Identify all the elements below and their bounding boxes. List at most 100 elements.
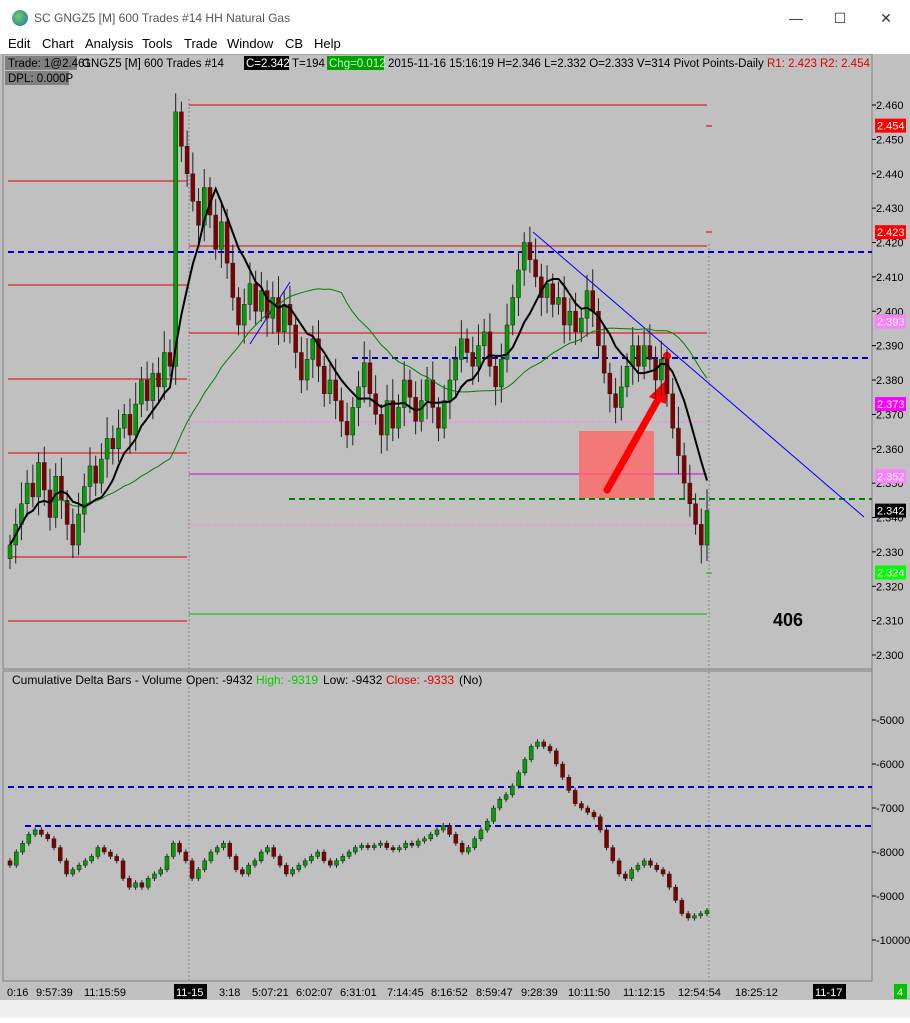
- candle-body: [333, 379, 338, 401]
- x-tick-label: 9:57:39: [36, 987, 73, 999]
- delta-bar: [101, 847, 107, 853]
- price-panel[interactable]: [2, 53, 873, 670]
- candle-body: [379, 414, 384, 436]
- delta-bar: [233, 856, 239, 870]
- price-tick-label: 2.330: [876, 547, 904, 559]
- delta-bar: [127, 878, 132, 888]
- delta-bar: [616, 860, 622, 875]
- price-tag-label: 2.423: [877, 227, 905, 239]
- menu-analysis[interactable]: Analysis: [85, 36, 133, 51]
- candle-body: [641, 345, 647, 367]
- candle-body: [550, 283, 555, 305]
- delta-title: Cumulative Delta Bars - Volume: [12, 673, 182, 687]
- candle-body: [42, 462, 47, 491]
- candle-body: [173, 111, 178, 367]
- delta-bar: [321, 851, 327, 862]
- candle-body: [24, 482, 30, 504]
- menu-edit[interactable]: Edit: [8, 36, 30, 51]
- delta-bar: [629, 869, 634, 879]
- candle-body: [144, 379, 150, 401]
- delta-bar: [547, 746, 553, 752]
- delta-bar: [277, 856, 283, 866]
- price-tick-label: 2.320: [876, 581, 904, 593]
- close-label: C=2.342: [246, 58, 290, 70]
- close-button[interactable]: ✕: [876, 8, 896, 28]
- price-tag-label: 2.454: [877, 121, 905, 133]
- delta-bar: [208, 851, 214, 862]
- candle-body: [139, 379, 144, 405]
- candle-body: [676, 427, 681, 456]
- price-tick-label: 2.460: [876, 100, 904, 112]
- candle-body: [224, 221, 230, 264]
- menu-chart[interactable]: Chart: [42, 36, 74, 51]
- delta-bar: [158, 869, 163, 875]
- r2-label: R2: 2.454: [820, 58, 870, 70]
- delta-bar: [83, 860, 88, 866]
- delta-bar: [384, 842, 390, 848]
- candle-body: [624, 366, 630, 388]
- menu-help[interactable]: Help: [314, 36, 341, 51]
- delta-bar: [673, 886, 678, 901]
- delta-tick-label: -7000: [876, 803, 904, 815]
- delta-bar: [164, 856, 170, 870]
- minimize-button[interactable]: —: [786, 8, 806, 28]
- x-tick-label: 11-15: [176, 987, 203, 999]
- corner-badge-label: 4: [897, 987, 903, 999]
- delta-bar: [139, 882, 145, 888]
- candle-body: [110, 438, 116, 449]
- menu-tools[interactable]: Tools: [142, 36, 172, 51]
- candle-body: [219, 221, 224, 250]
- candle-body: [321, 366, 327, 394]
- candle-body: [613, 393, 618, 408]
- delta-bar: [484, 820, 490, 831]
- delta-bar: [503, 794, 509, 800]
- price-tag-label: 2.324: [877, 568, 905, 580]
- candle-body: [704, 510, 710, 546]
- chart-canvas[interactable]: Trade: 1@2.461 GNGZ5 [M] 600 Trades #14 …: [0, 53, 910, 1018]
- candle-body: [247, 283, 253, 305]
- delta-bar: [340, 856, 346, 862]
- candle-body: [350, 407, 356, 436]
- delta-bar: [221, 842, 226, 848]
- candle-body: [693, 503, 698, 525]
- candle-body: [367, 362, 373, 394]
- delta-bar: [604, 829, 609, 848]
- candle-body: [213, 214, 218, 250]
- delta-bar: [183, 851, 189, 862]
- chart-window[interactable]: Trade: 1@2.461 GNGZ5 [M] 600 Trades #14 …: [0, 53, 910, 1018]
- delta-bar: [403, 842, 408, 848]
- price-tick-label: 2.380: [876, 375, 904, 387]
- delta-bar: [39, 829, 44, 835]
- window-title: SC GNGZ5 [M] 600 Trades #14 HH Natural G…: [34, 11, 291, 25]
- x-tick-label: 6:31:01: [340, 987, 377, 999]
- delta-tick-label: -8000: [876, 847, 904, 859]
- candle-body: [299, 352, 304, 381]
- price-tick-label: 2.310: [876, 616, 904, 628]
- delta-bar: [57, 847, 63, 862]
- candle-body: [70, 524, 76, 546]
- delta-bar: [535, 741, 540, 747]
- x-tick-label: 6:02:07: [296, 987, 333, 999]
- delta-bar: [585, 807, 590, 813]
- delta-bar: [45, 834, 50, 840]
- delta-bar: [20, 842, 25, 853]
- candle-body: [339, 400, 344, 422]
- candle-body: [699, 524, 704, 546]
- candle-body: [127, 414, 133, 436]
- delta-bar: [114, 856, 119, 862]
- candle-body: [476, 345, 481, 367]
- delta-tick-label: -5000: [876, 715, 904, 727]
- delta-bar: [145, 878, 151, 888]
- x-tick-label: 5:07:21: [252, 987, 289, 999]
- price-tick-label: 2.440: [876, 169, 904, 181]
- delta-bar: [566, 776, 572, 791]
- maximize-button[interactable]: ☐: [830, 8, 850, 28]
- delta-bar: [334, 860, 339, 866]
- menu-trade[interactable]: Trade: [184, 36, 217, 51]
- candle-body: [510, 297, 516, 326]
- candle-body: [7, 544, 13, 559]
- delta-bar: [510, 785, 515, 796]
- menu-cb[interactable]: CB: [285, 36, 303, 51]
- menu-window[interactable]: Window: [227, 36, 273, 51]
- delta-bar: [453, 834, 459, 844]
